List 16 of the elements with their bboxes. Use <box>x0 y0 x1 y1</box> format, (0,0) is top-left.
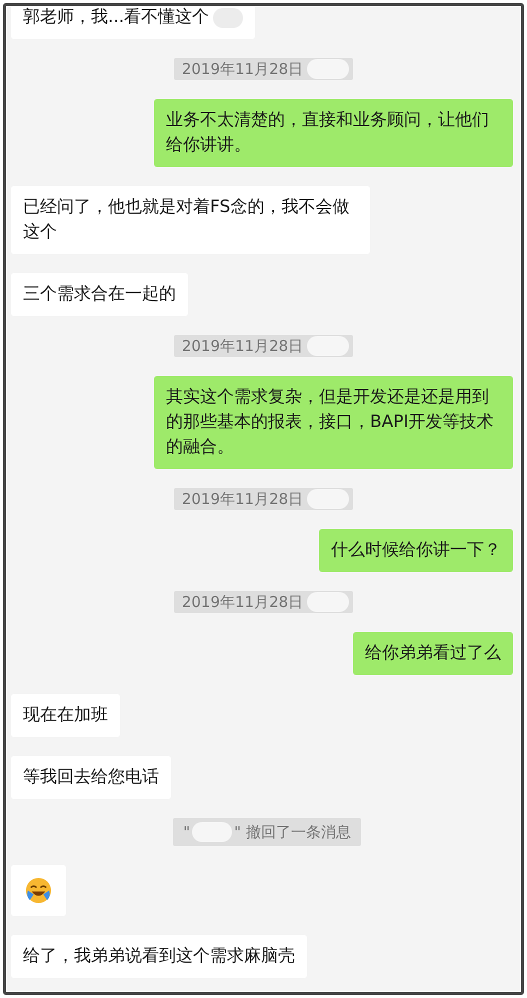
recall-notice: " " 撤回了一条消息 <box>173 818 361 846</box>
timestamp: 2019年11月28日 <box>174 335 354 357</box>
timestamp: 2019年11月28日 <box>174 591 354 613</box>
timestamp: 2019年11月28日 <box>174 488 354 510</box>
received-message: 现在在加班 <box>11 694 120 737</box>
sent-message: 给你弟弟看过了么 <box>353 632 513 675</box>
timestamp: 2019年11月28日 <box>174 58 354 80</box>
received-message: 已经问了，他也就是对着FS念的，我不会做这个 <box>11 186 370 254</box>
sent-message: 业务不太清楚的，直接和业务顾问，让他们给你讲讲。 <box>154 99 513 167</box>
received-message: 郭老师，我...看不懂这个 <box>11 6 256 39</box>
received-message: 等我回去给您电话 <box>11 756 171 799</box>
sent-message: 什么时候给你讲一下？ <box>319 529 513 572</box>
sent-message: 其实这个需求复杂，但是开发还是还是用到的那些基本的报表，接口，BAPI开发等技术的融合。 <box>154 376 513 469</box>
received-message: 给了，我弟弟说看到这个需求麻脑壳 <box>11 935 307 978</box>
laughing-crying-face-icon <box>25 877 52 904</box>
received-message: 三个需求合在一起的 <box>11 273 188 316</box>
